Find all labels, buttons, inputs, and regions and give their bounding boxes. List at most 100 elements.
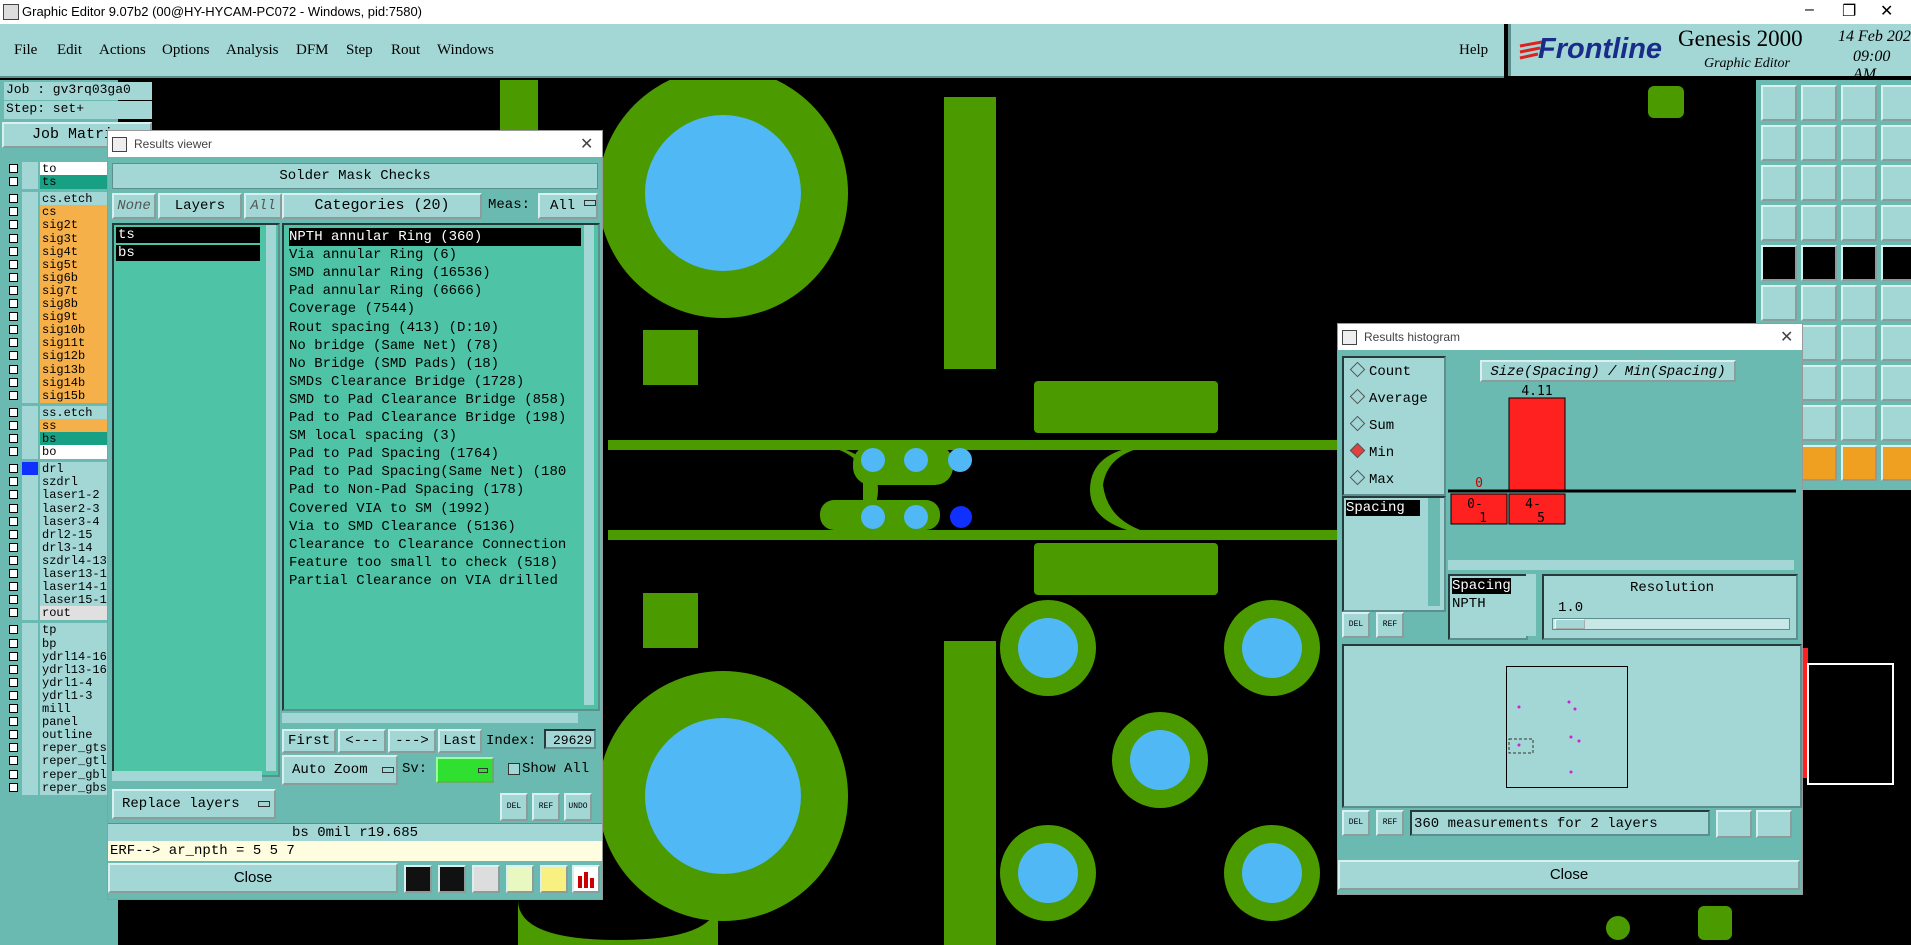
layer-checkbox[interactable]: [9, 164, 18, 173]
layer-color-swatch[interactable]: [22, 728, 38, 743]
layer-name[interactable]: laser14-15: [40, 580, 114, 595]
tool-icon-36[interactable]: [1881, 405, 1911, 441]
layer-checkbox[interactable]: [9, 677, 18, 687]
layer-name[interactable]: sig13b: [40, 362, 114, 377]
layer-color-swatch[interactable]: [22, 418, 38, 433]
layer-name[interactable]: sig7t: [40, 283, 114, 298]
tool-icon-35[interactable]: [1841, 405, 1877, 441]
tool-icon-32[interactable]: [1881, 365, 1911, 401]
layer-row-sig15b[interactable]: sig15b: [6, 388, 116, 404]
layer-name[interactable]: drl3-14: [40, 540, 114, 555]
layer-row-reper_gbs[interactable]: reper_gbs: [6, 780, 116, 796]
layer-name[interactable]: bo: [40, 445, 114, 460]
results-viewer-close-icon[interactable]: ✕: [580, 134, 593, 154]
layer-name[interactable]: ydrl14-16: [40, 649, 114, 664]
layer-checkbox[interactable]: [9, 312, 18, 322]
histogram-ref-button[interactable]: REF: [1376, 612, 1404, 638]
layer-checkbox[interactable]: [9, 477, 18, 487]
layer-name[interactable]: sig11t: [40, 336, 114, 351]
layer-color-swatch[interactable]: [22, 218, 38, 233]
layer-color-swatch[interactable]: [22, 257, 38, 272]
tool-icon-13[interactable]: [1761, 205, 1797, 241]
tool-icon-2[interactable]: [1801, 85, 1837, 121]
layer-checkbox[interactable]: [9, 364, 18, 374]
layer-list-scrollbar[interactable]: [266, 225, 276, 771]
category-scrollbar[interactable]: [584, 225, 594, 705]
layer-checkbox[interactable]: [9, 272, 18, 282]
layer-checkbox[interactable]: [9, 664, 18, 674]
tool-icon-22[interactable]: [1801, 285, 1837, 321]
layer-color-swatch[interactable]: [22, 349, 38, 364]
category-item[interactable]: NPTH annular Ring (360): [289, 228, 581, 246]
layer-checkbox[interactable]: [9, 299, 18, 308]
zoom-dropdown[interactable]: Auto Zoom: [282, 755, 398, 785]
overview-board[interactable]: [1506, 666, 1628, 788]
category-item[interactable]: Feature too small to check (518): [289, 554, 558, 572]
measure-list-item[interactable]: Spacing: [1346, 500, 1420, 516]
category-item[interactable]: Pad annular Ring (6666): [289, 282, 482, 300]
layer-color-swatch[interactable]: [22, 175, 38, 190]
layer-checkbox[interactable]: [9, 555, 18, 565]
category-item[interactable]: SMD to Pad Clearance Bridge (858): [289, 391, 566, 409]
select-arrow-icon[interactable]: [1801, 445, 1837, 481]
menu-step[interactable]: Step: [346, 42, 373, 59]
layer-name[interactable]: szdrl4-13: [40, 553, 114, 568]
layer-checkbox[interactable]: [9, 595, 18, 605]
layer-color-swatch[interactable]: [22, 715, 38, 730]
layer-checkbox[interactable]: [9, 325, 18, 335]
category-item[interactable]: Coverage (7544): [289, 300, 415, 318]
layer-color-swatch[interactable]: [22, 662, 38, 677]
erf-line[interactable]: ERF--> ar_npth = 5 5 7: [108, 841, 602, 861]
radio-average[interactable]: Average: [1349, 388, 1428, 407]
tool-icon-1[interactable]: [1761, 85, 1797, 121]
layer-name[interactable]: drl2-15: [40, 527, 114, 542]
layers-button[interactable]: Layers: [158, 193, 242, 219]
show-all-checkbox[interactable]: [508, 763, 520, 775]
layer-color-swatch[interactable]: [22, 767, 38, 782]
zoom-window-icon[interactable]: [1716, 810, 1752, 838]
overview-ref-button[interactable]: REF: [1376, 810, 1404, 836]
layer-name[interactable]: bs: [40, 432, 114, 446]
layer-name[interactable]: to: [40, 162, 114, 176]
spacing-box-item[interactable]: NPTH: [1452, 596, 1486, 612]
all-button[interactable]: All: [244, 193, 282, 219]
tool-icon-31[interactable]: [1841, 365, 1877, 401]
layer-color-swatch[interactable]: [22, 553, 38, 568]
layer-color-swatch[interactable]: [22, 636, 38, 651]
layer-color-swatch[interactable]: [22, 688, 38, 703]
layer-name[interactable]: sig14b: [40, 375, 114, 390]
layer-color-swatch[interactable]: [22, 649, 38, 664]
layer-color-swatch[interactable]: [22, 323, 38, 338]
layer-color-swatch[interactable]: [22, 388, 38, 403]
layer-checkbox[interactable]: [9, 730, 18, 740]
layer-checkbox[interactable]: [9, 651, 18, 661]
layer-checkbox[interactable]: [9, 351, 18, 361]
tool-icon-24[interactable]: [1881, 285, 1911, 321]
layer-name[interactable]: sig6b: [40, 270, 114, 285]
layer-color-swatch[interactable]: [22, 780, 38, 795]
tool-icon-5[interactable]: [1761, 125, 1797, 161]
histogram-close-icon[interactable]: ✕: [1780, 327, 1793, 347]
menu-windows[interactable]: Windows: [437, 42, 494, 59]
layer-name[interactable]: sig4t: [40, 244, 114, 259]
category-list[interactable]: NPTH annular Ring (360) Via annular Ring …: [282, 223, 600, 711]
layer-checkbox[interactable]: [9, 782, 18, 792]
layer-checkbox[interactable]: [9, 569, 18, 578]
layer-checkbox[interactable]: [9, 608, 18, 618]
tool-icon-16[interactable]: [1881, 205, 1911, 241]
layer-checkbox[interactable]: [9, 717, 18, 727]
tool-icon-21[interactable]: [1761, 285, 1797, 321]
histogram-close-button[interactable]: Close: [1338, 860, 1800, 890]
layer-name[interactable]: laser13-14: [40, 567, 114, 581]
layer-checkbox[interactable]: [9, 377, 18, 387]
tool-icon-7[interactable]: [1841, 125, 1877, 161]
category-item[interactable]: SMDs Clearance Bridge (1728): [289, 373, 524, 391]
layer-color-swatch[interactable]: [22, 593, 38, 608]
layer-color-swatch[interactable]: [22, 540, 38, 555]
layer-name[interactable]: sig15b: [40, 388, 114, 403]
layer-checkbox[interactable]: [9, 529, 18, 539]
menu-edit[interactable]: Edit: [57, 42, 82, 59]
layer-color-swatch[interactable]: [22, 336, 38, 351]
overview-panel[interactable]: [1342, 644, 1802, 808]
layer-checkbox[interactable]: [9, 625, 18, 635]
